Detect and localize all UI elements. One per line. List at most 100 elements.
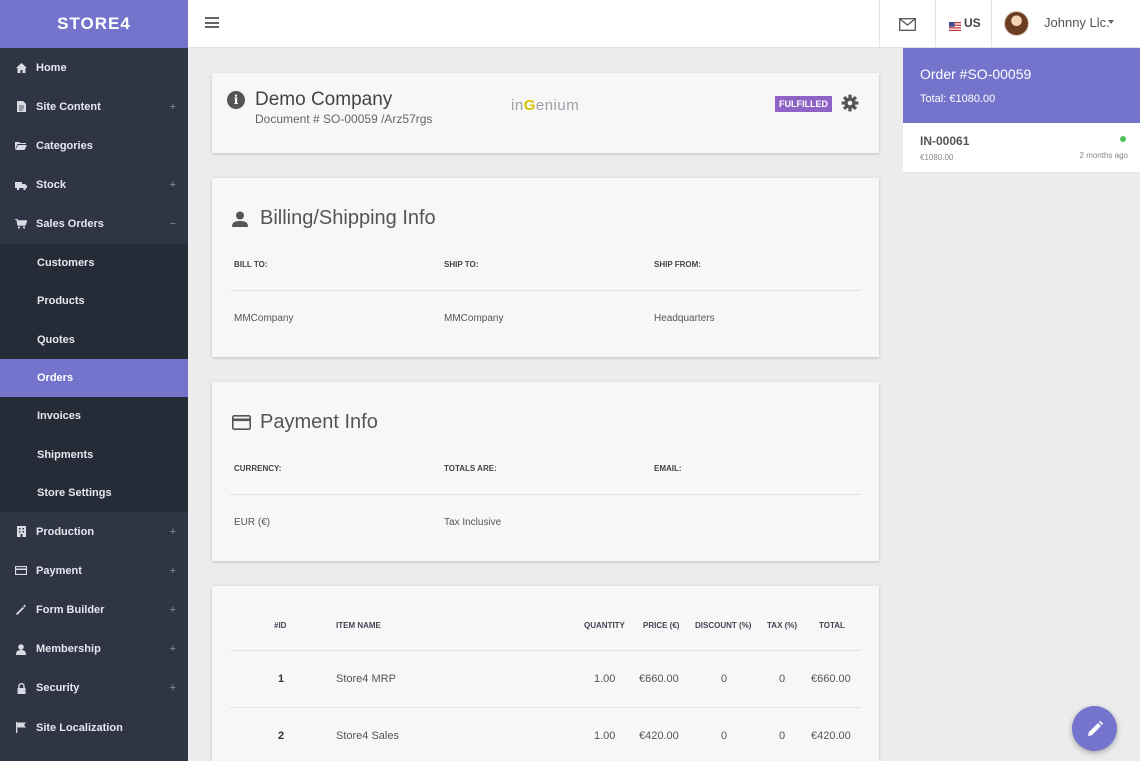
info-icon: i — [227, 91, 245, 109]
bill-to-value: MMCompany — [234, 313, 294, 324]
sidebar-item-store-settings[interactable]: Store Settings — [0, 474, 188, 512]
brand-logo[interactable]: STORE4 — [0, 0, 188, 48]
email-label: EMAIL: — [654, 464, 682, 473]
divider — [230, 290, 861, 291]
invoice-number[interactable]: IN-00061 — [920, 134, 969, 148]
sidebar-item-payment[interactable]: Payment + — [0, 551, 188, 590]
sidebar-item-label: Membership — [36, 643, 101, 656]
sidebar-item-customers[interactable]: Customers — [0, 244, 188, 282]
lock-icon — [15, 682, 27, 694]
magic-wand-icon — [15, 604, 27, 616]
cell-id: 1 — [278, 673, 285, 685]
expand-icon[interactable]: + — [170, 179, 176, 191]
ship-from-label: SHIP FROM: — [654, 260, 701, 269]
document-header-card: i Demo Company Document # SO-00059 /Arz5… — [212, 73, 879, 153]
sidebar-item-site-localization[interactable]: Site Localization — [0, 708, 188, 747]
sidebar-item-label: Production — [36, 525, 95, 538]
sidebar-item-orders[interactable]: Orders — [0, 358, 188, 398]
sidebar-item-label: Site Content — [36, 100, 101, 113]
top-bar: US Johnny Llc. — [188, 0, 1140, 48]
divider — [230, 650, 861, 651]
sidebar-item-shipments[interactable]: Shipments — [0, 435, 188, 473]
status-dot — [1120, 136, 1126, 142]
divider — [230, 494, 861, 495]
us-flag-icon[interactable] — [949, 18, 961, 31]
invoice-amount: €1080.00 — [920, 153, 954, 162]
expand-icon[interactable]: + — [170, 101, 176, 113]
menu-icon[interactable] — [205, 17, 219, 28]
cell-price: €420.00 — [639, 730, 679, 742]
sidebar-item-label: Payment — [36, 564, 82, 577]
avatar[interactable] — [1004, 11, 1029, 36]
sidebar-item-security[interactable]: Security + — [0, 669, 188, 708]
expand-icon[interactable]: + — [170, 643, 176, 655]
order-summary-header: Order #SO-00059 Total: €1080.00 — [903, 48, 1140, 123]
document-number: Document # SO-00059 /Arz57rgs — [255, 112, 433, 126]
sidebar-item-membership[interactable]: Membership + — [0, 630, 188, 669]
sidebar-item-label: Categories — [36, 139, 93, 152]
order-title: Order #SO-00059 — [920, 66, 1032, 82]
collapse-icon[interactable]: − — [170, 218, 176, 230]
section-title: Payment Info — [260, 411, 378, 433]
sidebar-item-categories[interactable]: Categories — [0, 126, 188, 165]
user-menu[interactable]: Johnny Llc. — [1044, 15, 1110, 30]
sidebar-item-invoices[interactable]: Invoices — [0, 397, 188, 435]
sidebar-item-products[interactable]: Products — [0, 282, 188, 320]
sidebar-item-label: Home — [36, 61, 67, 74]
logo-text-highlight: G — [523, 97, 536, 114]
column-header-discount[interactable]: DISCOUNT (%) — [695, 621, 751, 630]
file-icon — [15, 101, 27, 113]
sidebar-item-production[interactable]: Production + — [0, 512, 188, 551]
column-header-quantity[interactable]: QUANTITY — [584, 621, 625, 630]
company-name: Demo Company — [255, 89, 393, 110]
column-header-total[interactable]: TOTAL — [819, 621, 845, 630]
column-header-price[interactable]: PRICE (€) — [643, 621, 679, 630]
sidebar-item-label: Stock — [36, 179, 66, 192]
user-icon — [15, 643, 27, 655]
invoice-list-item[interactable]: IN-00061 €1080.00 2 months ago — [903, 123, 1140, 173]
currency-value: EUR (€) — [234, 517, 271, 528]
sidebar-item-label: Form Builder — [36, 603, 105, 616]
company-logo: inGenium — [511, 97, 579, 114]
column-header-item-name[interactable]: ITEM NAME — [336, 621, 381, 630]
expand-icon[interactable]: + — [170, 526, 176, 538]
cell-price: €660.00 — [639, 673, 679, 685]
language-selector[interactable]: US — [964, 16, 981, 30]
order-items-table: #ID ITEM NAME QUANTITY PRICE (€) DISCOUN… — [212, 586, 879, 761]
currency-label: CURRENCY: — [234, 464, 282, 473]
sidebar-item-stock[interactable]: Stock + — [0, 166, 188, 205]
building-icon — [15, 526, 27, 538]
logo-text: in — [511, 97, 524, 114]
sidebar-item-quotes[interactable]: Quotes — [0, 321, 188, 359]
section-title: Billing/Shipping Info — [260, 207, 436, 229]
logo-text: enium — [535, 97, 580, 114]
sidebar-item-label: Security — [36, 682, 80, 695]
column-header-tax[interactable]: TAX (%) — [767, 621, 797, 630]
expand-icon[interactable]: + — [170, 604, 176, 616]
mail-icon[interactable] — [899, 18, 916, 31]
column-header-id[interactable]: #ID — [274, 621, 286, 630]
expand-icon[interactable]: + — [170, 565, 176, 577]
sidebar-item-sales-orders[interactable]: Sales Orders − — [0, 205, 188, 244]
cell-quantity: 1.00 — [594, 673, 616, 685]
credit-card-icon — [232, 415, 251, 433]
sidebar-item-label: Site Localization — [36, 721, 123, 734]
home-icon — [15, 62, 27, 74]
divider — [991, 0, 992, 48]
cell-discount: 0 — [721, 730, 728, 742]
cell-tax: 0 — [779, 730, 786, 742]
cell-total: €660.00 — [811, 673, 851, 685]
cell-tax: 0 — [779, 673, 786, 685]
cell-discount: 0 — [721, 673, 728, 685]
credit-card-icon — [15, 565, 27, 577]
sidebar-item-form-builder[interactable]: Form Builder + — [0, 590, 188, 629]
chevron-down-icon[interactable] — [1108, 20, 1114, 24]
edit-button[interactable] — [1072, 706, 1117, 751]
expand-icon[interactable]: + — [170, 682, 176, 694]
truck-icon — [15, 179, 27, 191]
sidebar-item-home[interactable]: Home — [0, 48, 188, 87]
cell-item-name: Store4 MRP — [336, 673, 396, 685]
sidebar-item-site-content[interactable]: Site Content + — [0, 87, 188, 126]
bill-to-label: BILL TO: — [234, 260, 268, 269]
gear-icon[interactable] — [841, 94, 861, 114]
